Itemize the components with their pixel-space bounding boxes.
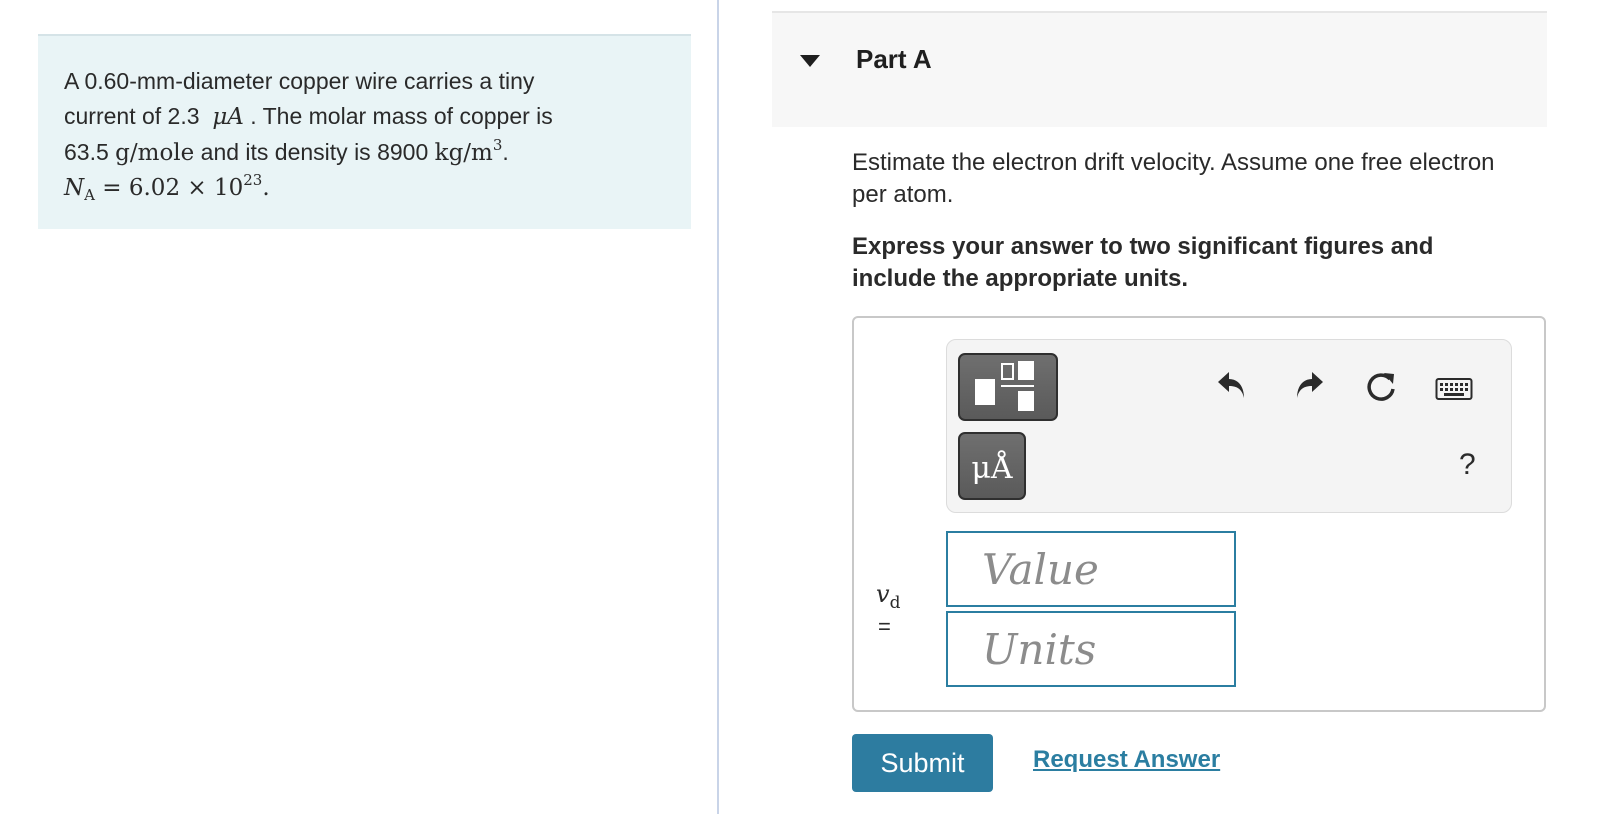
part-a-header[interactable]: Part A <box>772 11 1547 127</box>
problem-statement: A 0.60-mm-diameter copper wire carries a… <box>38 34 691 229</box>
current-unit: μA <box>212 104 244 130</box>
reset-icon[interactable] <box>1363 369 1399 411</box>
keyboard-icon[interactable] <box>1435 374 1473 408</box>
problem-line-1: A 0.60-mm-diameter copper wire carries a… <box>64 68 535 94</box>
equals-sign: = <box>878 614 891 639</box>
help-button[interactable]: ? <box>1459 448 1476 482</box>
molar-unit: g/mole <box>115 140 195 166</box>
submit-button[interactable]: Submit <box>852 734 993 792</box>
variable-label: vd <box>876 580 901 613</box>
question-text: Estimate the electron drift velocity. As… <box>852 149 1495 208</box>
part-title: Part A <box>856 44 932 74</box>
problem-line-3: 63.5 g/mole and its density is 8900 kg/m… <box>64 136 509 167</box>
request-answer-link[interactable]: Request Answer <box>1033 746 1220 774</box>
units-button[interactable]: μÅ <box>958 432 1026 500</box>
templates-button[interactable] <box>958 353 1058 421</box>
instruction-text: Express your answer to two significant f… <box>852 233 1434 292</box>
collapse-caret-icon[interactable] <box>800 55 820 67</box>
value-placeholder: Value <box>982 545 1099 594</box>
value-input[interactable]: Value <box>946 531 1236 607</box>
column-divider <box>717 0 719 814</box>
redo-icon[interactable] <box>1292 368 1326 410</box>
problem-line-2: current of 2.3 μA . The molar mass of co… <box>64 103 553 130</box>
density-unit: kg/m3 <box>434 136 503 167</box>
units-placeholder: Units <box>982 625 1097 674</box>
answer-box: μÅ ? vd = Value Units <box>852 316 1546 712</box>
math-toolbar: μÅ ? <box>946 339 1512 513</box>
undo-icon[interactable] <box>1215 368 1249 410</box>
units-input[interactable]: Units <box>946 611 1236 687</box>
avogadro-equation: NA = 6.02 × 1023. <box>64 171 270 204</box>
